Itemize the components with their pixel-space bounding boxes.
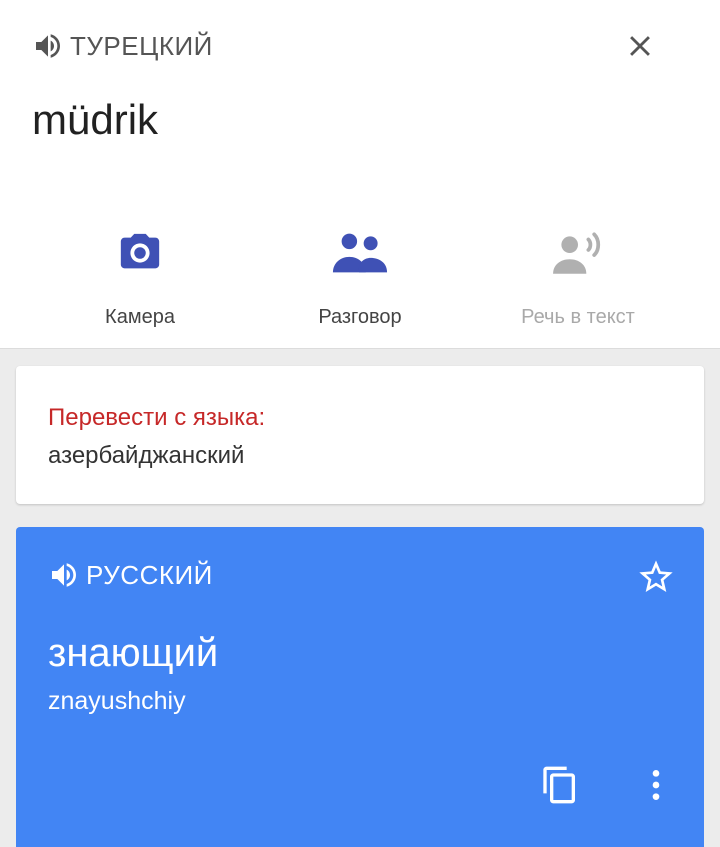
copy-button[interactable] — [536, 761, 584, 809]
detect-language-card[interactable]: Перевести с языка: азербайджанский — [16, 366, 704, 504]
transliteration-text: znayushchiy — [48, 687, 186, 715]
conversation-icon — [332, 233, 388, 273]
conversation-label: Разговор — [318, 306, 402, 328]
speech-to-text-label: Речь в текст — [521, 306, 635, 328]
source-panel: ТУРЕЦКИЙ müdrik Камера Разговор Речь в т… — [0, 0, 720, 349]
source-language-label: ТУРЕЦКИЙ — [70, 30, 213, 61]
translation-text[interactable]: знающий — [48, 631, 218, 676]
more-vert-icon — [652, 770, 660, 800]
speech-to-text-button[interactable]: Речь в текст — [478, 218, 678, 329]
more-options-button[interactable] — [632, 761, 680, 809]
source-text[interactable]: müdrik — [32, 96, 158, 144]
detect-language-title: Перевести с языка: — [48, 404, 266, 431]
camera-icon — [120, 233, 160, 269]
close-icon — [630, 36, 650, 56]
detected-language: азербайджанский — [48, 442, 245, 469]
target-language-row[interactable]: РУССКИЙ — [48, 557, 213, 593]
translation-card: РУССКИЙ знающий znayushchiy — [16, 527, 704, 847]
star-outline-icon — [639, 560, 673, 592]
speech-to-text-icon — [553, 232, 601, 274]
conversation-button[interactable]: Разговор — [260, 218, 460, 329]
favorite-button[interactable] — [632, 553, 680, 601]
close-button[interactable] — [616, 22, 664, 70]
source-language-row[interactable]: ТУРЕЦКИЙ — [32, 28, 213, 64]
speaker-icon[interactable] — [48, 559, 80, 591]
copy-icon — [543, 766, 575, 804]
camera-label: Камера — [105, 306, 175, 328]
input-tools: Камера Разговор Речь в текст — [0, 218, 720, 338]
speaker-icon[interactable] — [32, 30, 64, 62]
camera-button[interactable]: Камера — [40, 218, 240, 329]
target-language-label: РУССКИЙ — [86, 559, 213, 590]
